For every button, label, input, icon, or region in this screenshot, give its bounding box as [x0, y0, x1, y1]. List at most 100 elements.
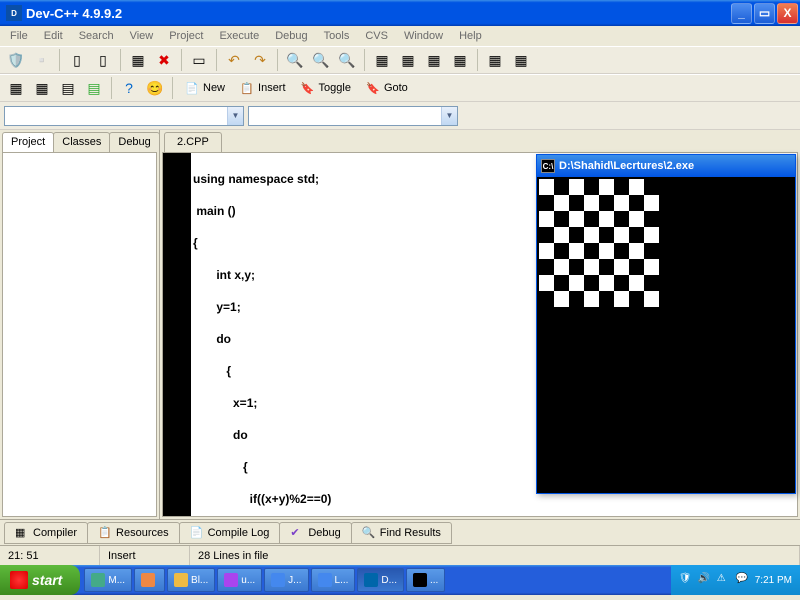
taskbar-item[interactable]: J...	[264, 568, 308, 592]
rebuild-icon[interactable]: ▦	[448, 48, 472, 72]
separator	[277, 49, 278, 71]
separator	[477, 49, 478, 71]
window-title: Dev-C++ 4.9.9.2	[26, 6, 729, 21]
combo-2[interactable]: ▼	[248, 106, 458, 126]
tile4-icon[interactable]: ▤	[82, 76, 106, 100]
goto-label: Goto	[384, 82, 408, 94]
system-tray[interactable]: 🛡 🔊 ⚠ 💬 7:21 PM	[671, 565, 800, 595]
editor-tab-2cpp[interactable]: 2.CPP	[164, 132, 222, 152]
maximize-button[interactable]: ▭	[754, 3, 775, 24]
replace-icon[interactable]: 🔍	[335, 48, 359, 72]
menu-file[interactable]: File	[2, 28, 36, 44]
toolbar-secondary: ▦ ▦ ▤ ▤ ? 😊 📄New 📋Insert 🔖Toggle 🔖Goto	[0, 74, 800, 102]
save-icon[interactable]: ▯	[65, 48, 89, 72]
menu-view[interactable]: View	[122, 28, 162, 44]
menu-search[interactable]: Search	[71, 28, 122, 44]
menu-execute[interactable]: Execute	[211, 28, 267, 44]
taskbar-item[interactable]: M...	[84, 568, 132, 592]
separator	[120, 49, 121, 71]
new-file-icon[interactable]: 🛡️	[4, 48, 28, 72]
taskbar-item[interactable]: Bl...	[167, 568, 215, 592]
toggle-button[interactable]: 🔖Toggle	[294, 76, 357, 100]
compile-run-icon[interactable]: ▦	[422, 48, 446, 72]
menu-tools[interactable]: Tools	[316, 28, 358, 44]
console-titlebar[interactable]: C:\ D:\Shahid\Lecrtures\2.exe	[537, 155, 795, 177]
menu-debug[interactable]: Debug	[267, 28, 315, 44]
insert-label: Insert	[258, 82, 286, 94]
tab-find-results[interactable]: 🔍Find Results	[351, 522, 452, 544]
save-all-icon[interactable]: ▯	[91, 48, 115, 72]
project-tree[interactable]	[2, 152, 157, 517]
windows-taskbar: start M... Bl... u... J... L... D... ...…	[0, 565, 800, 595]
status-mode: Insert	[100, 546, 190, 565]
tile2-icon[interactable]: ▦	[30, 76, 54, 100]
editor-tabs: 2.CPP	[160, 130, 800, 152]
status-position: 21: 51	[0, 546, 100, 565]
open-file-icon[interactable]: ▫️	[30, 48, 54, 72]
separator	[216, 49, 217, 71]
tab-project[interactable]: Project	[2, 132, 54, 152]
status-lines: 28 Lines in file	[190, 546, 800, 565]
combo-1[interactable]: ▼	[4, 106, 244, 126]
tab-classes[interactable]: Classes	[53, 132, 110, 152]
insert-button[interactable]: 📋Insert	[233, 76, 292, 100]
start-label: start	[32, 572, 62, 588]
menu-cvs[interactable]: CVS	[357, 28, 396, 44]
taskbar-item[interactable]	[134, 568, 165, 592]
clock: 7:21 PM	[755, 575, 792, 586]
menu-window[interactable]: Window	[396, 28, 451, 44]
console-window[interactable]: C:\ D:\Shahid\Lecrtures\2.exe	[536, 154, 796, 494]
tab-debug-bottom[interactable]: ✔Debug	[279, 522, 351, 544]
new-button[interactable]: 📄New	[178, 76, 231, 100]
compiler-icon: ▦	[15, 526, 29, 540]
menu-help[interactable]: Help	[451, 28, 490, 44]
tray-icon[interactable]: 🔊	[698, 573, 712, 587]
help-icon[interactable]: ?	[117, 76, 141, 100]
taskbar-item[interactable]: u...	[217, 568, 262, 592]
statusbar: 21: 51 Insert 28 Lines in file	[0, 545, 800, 565]
debug-check-icon: ✔	[290, 526, 304, 540]
start-button[interactable]: start	[0, 565, 80, 595]
close-file-icon[interactable]: ✖	[152, 48, 176, 72]
log-icon: 📄	[190, 526, 204, 540]
editor-area: 2.CPP using namespace std; main () { int…	[160, 130, 800, 519]
tab-compiler[interactable]: ▦Compiler	[4, 522, 88, 544]
menu-project[interactable]: Project	[161, 28, 211, 44]
taskbar-item[interactable]: L...	[311, 568, 356, 592]
window-titlebar: D Dev-C++ 4.9.9.2 _ ▭ X	[0, 0, 800, 26]
find-icon[interactable]: 🔍	[283, 48, 307, 72]
taskbar-item-active[interactable]: D...	[357, 568, 404, 592]
options-icon[interactable]: ▭	[187, 48, 211, 72]
close-button[interactable]: X	[777, 3, 798, 24]
windows-logo-icon	[10, 571, 28, 589]
debug-stop-icon[interactable]: ▦	[509, 48, 533, 72]
menu-edit[interactable]: Edit	[36, 28, 71, 44]
tab-debug[interactable]: Debug	[109, 132, 159, 152]
toolbar-combos: ▼ ▼	[0, 102, 800, 130]
find-next-icon[interactable]: 🔍	[309, 48, 333, 72]
debug-icon[interactable]: ▦	[483, 48, 507, 72]
toggle-label: Toggle	[319, 82, 351, 94]
console-icon: C:\	[541, 159, 555, 173]
bottom-tabs: ▦Compiler 📋Resources 📄Compile Log ✔Debug…	[0, 519, 800, 545]
taskbar-item[interactable]: ...	[406, 568, 445, 592]
tab-compile-log[interactable]: 📄Compile Log	[179, 522, 281, 544]
undo-icon[interactable]: ↶	[222, 48, 246, 72]
tray-icon[interactable]: ⚠	[717, 573, 731, 587]
editor-gutter	[163, 153, 191, 516]
run-icon[interactable]: ▦	[396, 48, 420, 72]
separator	[181, 49, 182, 71]
redo-icon[interactable]: ↷	[248, 48, 272, 72]
tab-resources[interactable]: 📋Resources	[87, 522, 180, 544]
compile-icon[interactable]: ▦	[370, 48, 394, 72]
about-icon[interactable]: 😊	[143, 76, 167, 100]
goto-button[interactable]: 🔖Goto	[359, 76, 414, 100]
tile-icon[interactable]: ▦	[4, 76, 28, 100]
tile3-icon[interactable]: ▤	[56, 76, 80, 100]
minimize-button[interactable]: _	[731, 3, 752, 24]
tray-icon[interactable]: 🛡	[679, 573, 693, 587]
dropdown-arrow-icon: ▼	[227, 107, 243, 125]
taskbar-items: M... Bl... u... J... L... D... ...	[80, 568, 670, 592]
print-icon[interactable]: ▦	[126, 48, 150, 72]
tray-icon[interactable]: 💬	[736, 573, 750, 587]
